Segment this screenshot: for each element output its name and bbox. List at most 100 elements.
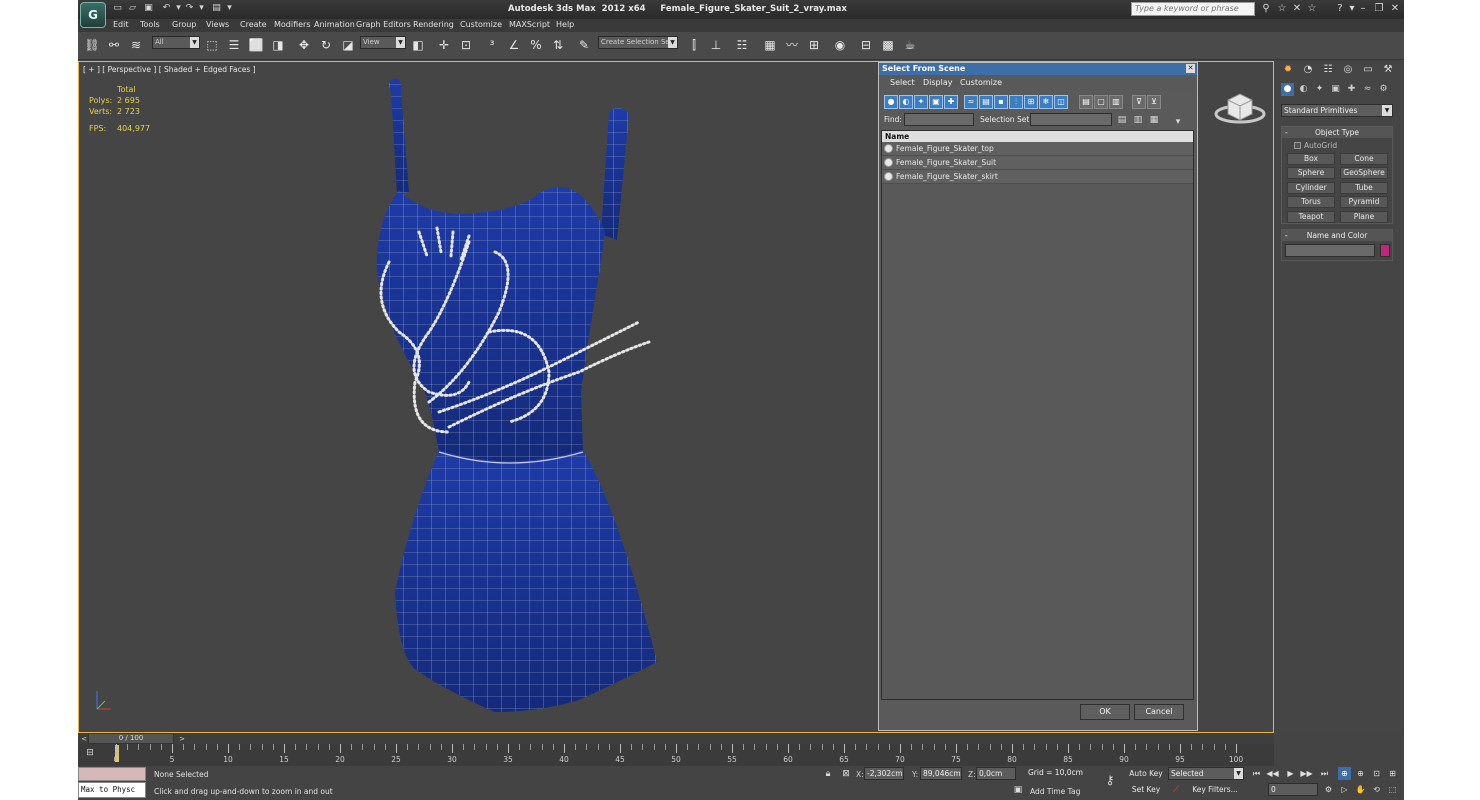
zoom-all-icon[interactable]: ⊕: [1354, 767, 1367, 780]
rendered-frame-window-icon[interactable]: ▩: [880, 37, 896, 53]
menu-maxscript[interactable]: MAXScript: [509, 20, 550, 29]
graphite-ribbon-icon[interactable]: ▦: [762, 37, 778, 53]
hierarchy-tab-icon[interactable]: ☷: [1321, 63, 1335, 77]
dropdown-icon[interactable]: ▾: [224, 3, 235, 14]
named-selection-select[interactable]: Create Selection Se ▼: [598, 36, 678, 49]
select-and-link-icon[interactable]: ⛓: [84, 37, 100, 53]
x-coordinate-field[interactable]: -2,302cm: [864, 767, 904, 780]
material-editor-icon[interactable]: ◉: [832, 37, 848, 53]
display-xrefs-icon[interactable]: ▪: [994, 95, 1008, 109]
cameras-category-icon[interactable]: ▣: [1329, 83, 1342, 96]
curve-editor-icon[interactable]: 〰: [784, 37, 800, 53]
find-input[interactable]: [904, 113, 974, 126]
display-groups-icon[interactable]: ▤: [979, 95, 993, 109]
zoom-extents-all-icon[interactable]: ⊞: [1386, 767, 1399, 780]
window-crossing-icon[interactable]: ◨: [270, 37, 286, 53]
torus-button[interactable]: Torus: [1287, 196, 1335, 208]
restore-icon[interactable]: ❐: [1373, 3, 1385, 15]
menu-views[interactable]: Views: [206, 20, 229, 29]
list-item[interactable]: Female_Figure_Skater_top: [882, 142, 1193, 156]
schematic-view-icon[interactable]: ⊞: [806, 37, 822, 53]
key-filters-button[interactable]: Key Filters...: [1186, 783, 1244, 797]
object-color-swatch[interactable]: [1380, 244, 1390, 257]
display-containers-icon[interactable]: ⊞: [1024, 95, 1038, 109]
unlink-icon[interactable]: ⚯: [106, 37, 122, 53]
selection-set-select[interactable]: [1030, 113, 1112, 126]
selection-set-add-icon[interactable]: ▤: [1116, 114, 1128, 126]
field-of-view-icon[interactable]: ▷: [1338, 783, 1351, 796]
mini-curve-editor-icon[interactable]: ⊟: [84, 747, 96, 759]
spacewarps-category-icon[interactable]: ≈: [1361, 83, 1374, 96]
selection-filter-select[interactable]: All ▼: [152, 36, 200, 49]
time-config-icon[interactable]: ⚙: [1322, 783, 1335, 796]
modify-tab-icon[interactable]: ◔: [1301, 63, 1315, 77]
display-tab-icon[interactable]: ▭: [1361, 63, 1375, 77]
select-and-rotate-icon[interactable]: ↻: [318, 37, 334, 53]
maxscript-mini-listener[interactable]: Max to Physc: [78, 782, 146, 798]
go-to-start-icon[interactable]: ⏮: [1250, 767, 1263, 780]
select-and-scale-icon[interactable]: ◪: [340, 37, 356, 53]
object-name-field[interactable]: [1285, 244, 1375, 257]
shapes-category-icon[interactable]: ◐: [1297, 83, 1310, 96]
current-frame-field[interactable]: 0: [1268, 783, 1318, 796]
teapot-button[interactable]: Teapot: [1287, 211, 1335, 223]
select-object-icon[interactable]: ⬚: [204, 37, 220, 53]
save-icon[interactable]: ▣: [143, 3, 154, 14]
open-file-icon[interactable]: ▱: [127, 3, 138, 14]
project-folder-icon[interactable]: ▤: [211, 3, 222, 14]
reference-coordinate-select[interactable]: View ▼: [360, 36, 406, 49]
lock-icon[interactable]: 🔒︎: [822, 768, 834, 780]
systems-category-icon[interactable]: ⚙: [1377, 83, 1390, 96]
geosphere-button[interactable]: GeoSphere: [1340, 167, 1388, 179]
box-button[interactable]: Box: [1287, 153, 1335, 165]
menu-create[interactable]: Create: [240, 20, 267, 29]
select-by-name-icon[interactable]: ☰: [226, 37, 242, 53]
motion-tab-icon[interactable]: ◎: [1341, 63, 1355, 77]
align-icon[interactable]: ⊥: [708, 37, 724, 53]
z-coordinate-field[interactable]: 0,0cm: [976, 767, 1016, 780]
exchange-icon[interactable]: ✕: [1291, 3, 1303, 15]
tube-button[interactable]: Tube: [1340, 182, 1388, 194]
render-setup-icon[interactable]: ⊟: [858, 37, 874, 53]
bind-space-warp-icon[interactable]: ≋: [128, 37, 144, 53]
keyboard-shortcut-icon[interactable]: ⊡: [458, 37, 474, 53]
time-tag-icon[interactable]: ▣: [1012, 784, 1024, 796]
next-frame-icon[interactable]: ▶▶: [1300, 767, 1313, 780]
sphere-button[interactable]: Sphere: [1287, 167, 1335, 179]
name-and-color-rollout-header[interactable]: - Name and Color: [1282, 230, 1392, 241]
track-bar[interactable]: ⊟ 0 5 10 15 20 25 30 35 40 45 50 55 60 65 70 75 80 85 90 95…: [78, 744, 1274, 766]
menu-customize[interactable]: Customize: [460, 20, 502, 29]
y-coordinate-field[interactable]: 89,046cm: [920, 767, 962, 780]
snaps-toggle-icon[interactable]: ³: [484, 37, 500, 53]
autogrid-checkbox[interactable]: AutoGrid: [1294, 141, 1337, 150]
zoom-extents-icon[interactable]: ⊡: [1370, 767, 1383, 780]
display-lights-icon[interactable]: ✦: [914, 95, 928, 109]
new-file-icon[interactable]: ▭: [112, 3, 123, 14]
utilities-tab-icon[interactable]: ⚒: [1381, 63, 1395, 77]
add-time-tag-button[interactable]: Add Time Tag: [1030, 787, 1080, 796]
viewport-label[interactable]: [ + ] [ Perspective ] [ Shaded + Edged F…: [83, 65, 256, 74]
select-all-icon[interactable]: ▤: [1079, 95, 1093, 109]
percent-snap-icon[interactable]: %: [528, 37, 544, 53]
list-item[interactable]: Female_Figure_Skater_Suit: [882, 156, 1193, 170]
filter-options-icon[interactable]: ⊻: [1147, 95, 1161, 109]
zoom-icon[interactable]: ⊕: [1338, 767, 1351, 780]
display-cameras-icon[interactable]: ▣: [929, 95, 943, 109]
selection-set-edit-icon[interactable]: ▦: [1148, 114, 1160, 126]
dialog-menu-display[interactable]: Display: [923, 78, 953, 87]
display-spacewarps-icon[interactable]: ≈: [964, 95, 978, 109]
display-hidden-icon[interactable]: ◫: [1054, 95, 1068, 109]
list-item[interactable]: Female_Figure_Skater_skirt: [882, 170, 1193, 184]
menu-edit[interactable]: Edit: [113, 20, 129, 29]
selection-set-remove-icon[interactable]: ▥: [1132, 114, 1144, 126]
plane-button[interactable]: Plane: [1340, 211, 1388, 223]
pan-view-icon[interactable]: ✋: [1354, 783, 1367, 796]
maxscript-listener-output[interactable]: [78, 767, 146, 781]
help-icon[interactable]: ?: [1334, 3, 1346, 15]
create-tab-icon[interactable]: ✹: [1281, 63, 1295, 77]
cone-button[interactable]: Cone: [1340, 153, 1388, 165]
display-frozen-icon[interactable]: ❄: [1039, 95, 1053, 109]
menu-modifiers[interactable]: Modifiers: [274, 20, 311, 29]
select-none-icon[interactable]: ▢: [1094, 95, 1108, 109]
chevron-down-icon[interactable]: ▾: [1172, 116, 1184, 128]
